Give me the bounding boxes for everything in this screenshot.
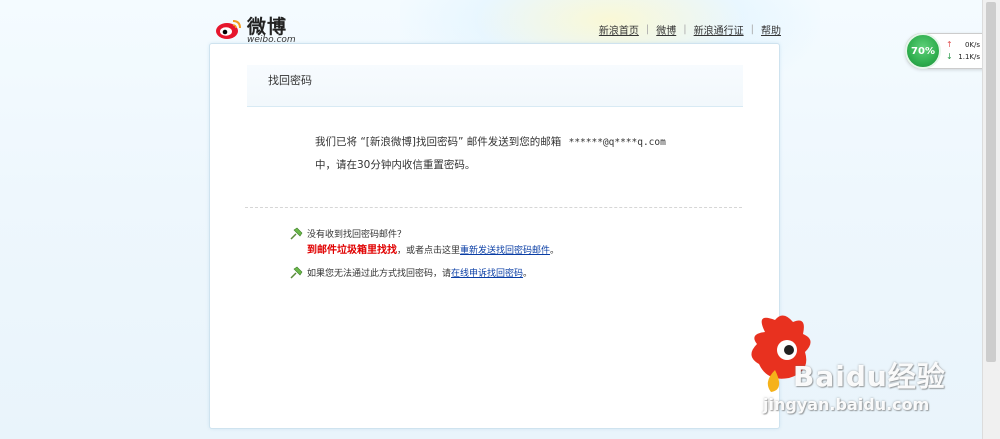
baidu-watermark: Baidu经验 jingyan.baidu.com xyxy=(745,312,995,437)
message-text-continued: 中，请在30分钟内收信重置密码。 xyxy=(315,159,476,171)
weibo-eye-icon xyxy=(216,20,241,39)
spam-folder-hint: 到邮件垃圾箱里找找 xyxy=(307,245,397,256)
nav-separator: | xyxy=(750,24,754,35)
tip-question: 没有收到找回密码邮件？ xyxy=(307,230,407,240)
watermark-url: jingyan.baidu.com xyxy=(763,395,930,414)
nav-sina-home[interactable]: 新浪首页 xyxy=(599,22,639,37)
password-recovery-card: 找回密码 我们已将 “[新浪微博]找回密码” 邮件发送到您的邮箱 ******@… xyxy=(209,43,780,429)
site-header: 微博 weibo.com 新浪首页 | 微博 | 新浪通行证 | 帮助 xyxy=(209,0,781,45)
pushpin-icon xyxy=(290,266,303,279)
divider xyxy=(245,207,742,208)
card-title-bar: 找回密码 xyxy=(247,65,743,107)
vertical-scrollbar[interactable] xyxy=(982,0,1000,439)
pushpin-icon xyxy=(290,227,303,240)
nav-weibo[interactable]: 微博 xyxy=(656,22,676,37)
tip-period: 。 xyxy=(523,269,533,279)
weibo-logo[interactable]: 微博 weibo.com xyxy=(215,10,305,45)
nav-help[interactable]: 帮助 xyxy=(761,22,781,37)
watermark-text: Baidu经验 xyxy=(793,360,946,393)
tip-period: 。 xyxy=(550,246,560,256)
scrollbar-thumb[interactable] xyxy=(986,2,996,362)
online-appeal-link[interactable]: 在线申诉找回密码 xyxy=(451,269,523,279)
nav-separator: | xyxy=(645,24,650,35)
tip-alt-text: 如果您无法通过此方式找回密码，请 xyxy=(307,269,452,279)
download-speed: 1.1K/s xyxy=(958,53,980,61)
resend-email-link[interactable]: 重新发送找回密码邮件 xyxy=(460,246,550,256)
email-sent-message: 我们已将 “[新浪微博]找回密码” 邮件发送到您的邮箱 ******@q****… xyxy=(315,131,695,176)
masked-email: ******@q****q.com xyxy=(568,137,666,148)
message-text: 我们已将 “[新浪微博]找回密码” 邮件发送到您的邮箱 xyxy=(315,136,562,148)
nav-separator: | xyxy=(683,24,687,35)
tip-or-click: ，或者点击这里 xyxy=(397,246,461,256)
upload-speed: 0K/s xyxy=(964,41,980,49)
page-title: 找回密码 xyxy=(268,74,312,87)
memory-usage-badge[interactable]: 70% xyxy=(905,33,941,69)
nav-passport[interactable]: 新浪通行证 xyxy=(694,22,744,37)
top-nav: 新浪首页 | 微博 | 新浪通行证 | 帮助 xyxy=(599,22,781,37)
